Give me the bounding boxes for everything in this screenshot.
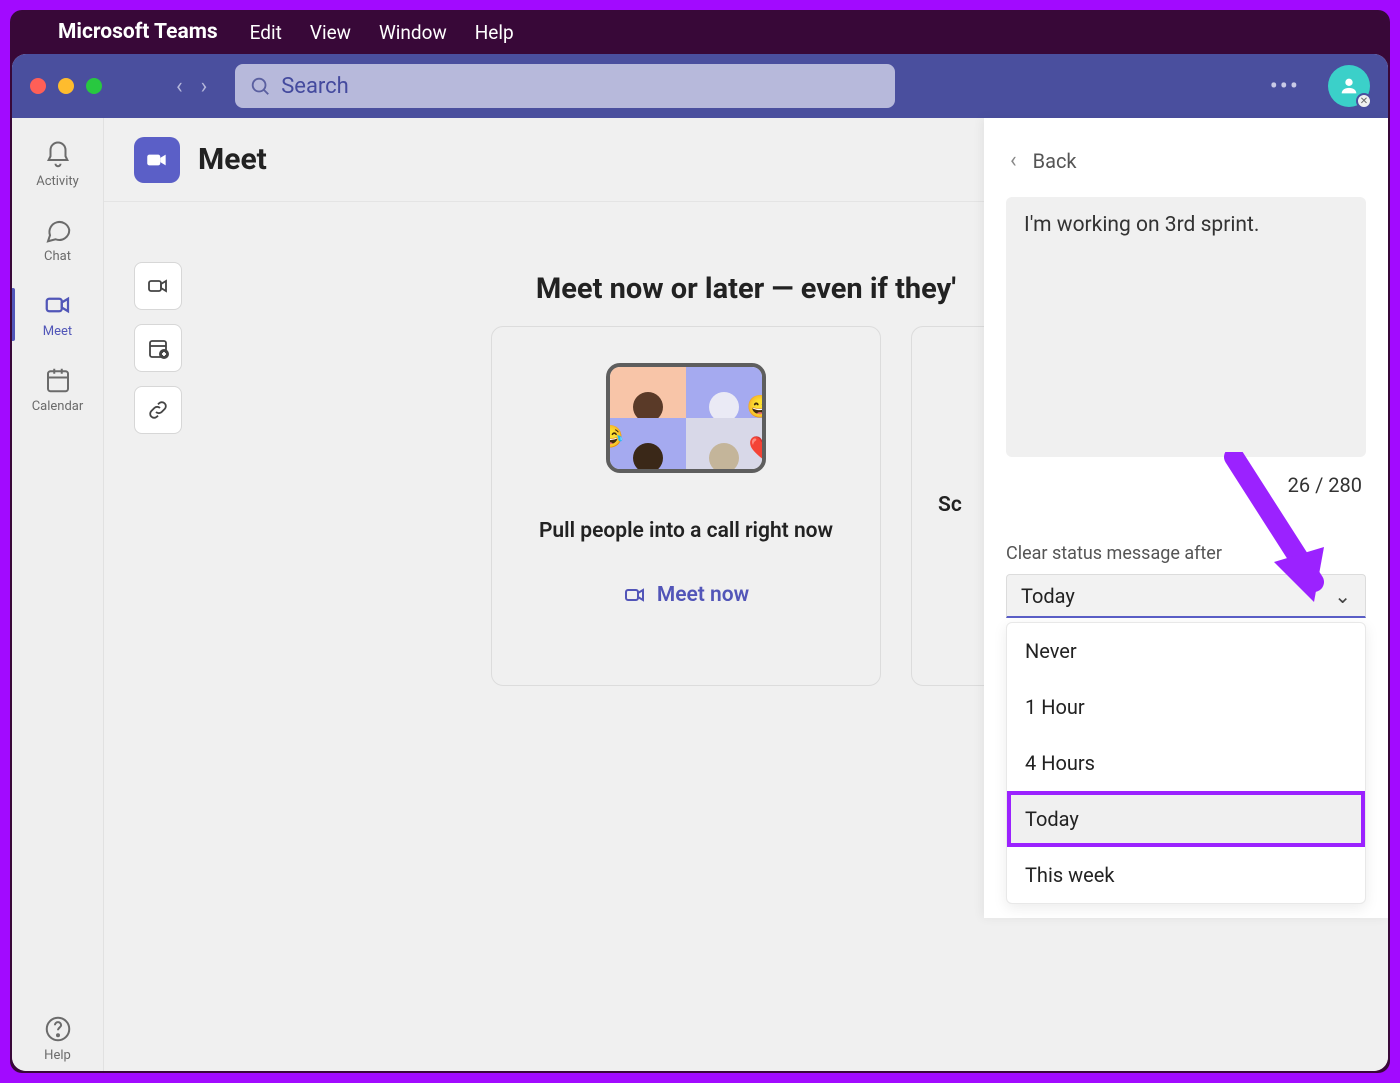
rail-activity[interactable]: Activity bbox=[12, 132, 103, 197]
rail-meet[interactable]: Meet bbox=[12, 282, 103, 347]
option-4-hours[interactable]: 4 Hours bbox=[1007, 735, 1365, 791]
option-today[interactable]: Today bbox=[1007, 791, 1365, 847]
card-subtitle: Pull people into a call right now bbox=[539, 519, 833, 543]
video-icon bbox=[144, 147, 170, 173]
person-icon bbox=[1338, 75, 1360, 97]
card-subtitle: Sc bbox=[938, 493, 962, 517]
minimize-window-button[interactable] bbox=[58, 78, 74, 94]
back-label: Back bbox=[1033, 149, 1077, 173]
option-1-hour[interactable]: 1 Hour bbox=[1007, 679, 1365, 735]
rail-label: Meet bbox=[43, 324, 72, 339]
option-this-week[interactable]: This week bbox=[1007, 847, 1365, 903]
emoji-icon: 😄 bbox=[747, 395, 766, 420]
menu-edit[interactable]: Edit bbox=[250, 21, 282, 44]
video-icon bbox=[43, 290, 73, 320]
app-window: ‹ › Search ••• ✕ Activity bbox=[12, 54, 1388, 1071]
page-title: Meet bbox=[198, 142, 267, 177]
calendar-icon bbox=[43, 365, 73, 395]
menubar-app-name[interactable]: Microsoft Teams bbox=[58, 20, 218, 44]
calendar-plus-icon bbox=[146, 336, 170, 360]
bell-icon bbox=[43, 140, 73, 170]
window-controls bbox=[30, 78, 102, 94]
search-input[interactable]: Search bbox=[235, 64, 895, 108]
search-placeholder: Search bbox=[281, 74, 349, 99]
heart-icon: ❤️ bbox=[749, 436, 766, 461]
more-options-button[interactable]: ••• bbox=[1270, 72, 1300, 100]
qa-meet-now[interactable] bbox=[134, 262, 182, 310]
select-value: Today bbox=[1021, 584, 1075, 608]
status-badge-icon: ✕ bbox=[1356, 93, 1372, 109]
rail-label: Chat bbox=[44, 249, 71, 264]
status-message-input[interactable] bbox=[1006, 197, 1366, 457]
close-window-button[interactable] bbox=[30, 78, 46, 94]
qa-schedule[interactable] bbox=[134, 324, 182, 372]
rail-help[interactable]: Help bbox=[12, 1006, 103, 1071]
help-icon bbox=[43, 1014, 73, 1044]
option-never[interactable]: Never bbox=[1007, 623, 1365, 679]
video-icon bbox=[146, 274, 170, 298]
macos-menubar: Microsoft Teams Edit View Window Help bbox=[10, 10, 1390, 54]
select-options: Never 1 Hour 4 Hours Today This week bbox=[1006, 622, 1366, 904]
annotation-arrow-icon bbox=[1214, 452, 1334, 602]
emoji-icon: 😂 bbox=[606, 425, 623, 450]
quick-actions bbox=[134, 262, 182, 434]
link-icon bbox=[146, 398, 170, 422]
rail-label: Activity bbox=[36, 174, 79, 189]
user-avatar[interactable]: ✕ bbox=[1328, 65, 1370, 107]
zoom-window-button[interactable] bbox=[86, 78, 102, 94]
cta-label: Meet now bbox=[657, 583, 749, 607]
chat-icon bbox=[43, 215, 73, 245]
side-rail: Activity Chat Meet Calendar Help bbox=[12, 118, 104, 1071]
rail-label: Help bbox=[44, 1048, 71, 1063]
titlebar: ‹ › Search ••• ✕ bbox=[12, 54, 1388, 118]
meet-badge bbox=[134, 137, 180, 183]
menu-view[interactable]: View bbox=[310, 21, 351, 44]
rail-calendar[interactable]: Calendar bbox=[12, 357, 103, 422]
meet-illustration: 😄 😂 ❤️ bbox=[606, 363, 766, 473]
menu-help[interactable]: Help bbox=[475, 21, 514, 44]
search-icon bbox=[249, 75, 271, 97]
back-button[interactable]: ‹ Back bbox=[1010, 148, 1366, 173]
status-panel: ‹ Back 26 / 280 Clear status message aft… bbox=[984, 118, 1388, 918]
chevron-left-icon: ‹ bbox=[1010, 148, 1017, 173]
rail-label: Calendar bbox=[32, 399, 84, 414]
rail-chat[interactable]: Chat bbox=[12, 207, 103, 272]
nav-back-icon[interactable]: ‹ bbox=[176, 74, 183, 99]
card-meet-now: 😄 😂 ❤️ Pull people into a call right now… bbox=[491, 326, 881, 686]
nav-arrows: ‹ › bbox=[176, 74, 207, 99]
nav-forward-icon[interactable]: › bbox=[201, 74, 208, 99]
menu-window[interactable]: Window bbox=[379, 21, 447, 44]
meet-now-button[interactable]: Meet now bbox=[623, 583, 749, 607]
chevron-down-icon: ⌄ bbox=[1334, 584, 1351, 608]
video-icon bbox=[623, 583, 647, 607]
main-content: Meet Meet now or later — bbox=[104, 118, 1388, 1071]
qa-link[interactable] bbox=[134, 386, 182, 434]
